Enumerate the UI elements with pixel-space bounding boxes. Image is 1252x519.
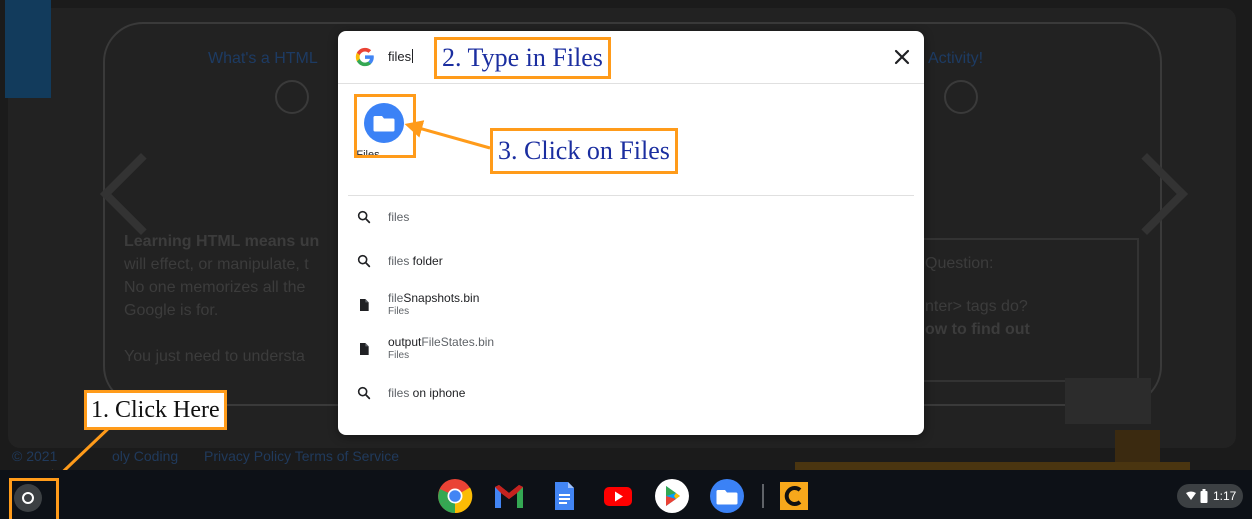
search-result-subtitle: Files	[388, 350, 410, 361]
search-result-rest: folder	[409, 254, 443, 268]
codesters-icon[interactable]	[776, 478, 812, 514]
search-result-title: fileSnapshots.bin	[388, 291, 479, 305]
annotation-step-2: 2. Type in Files	[434, 37, 611, 79]
background-text-line: No one memorizes all the	[124, 279, 306, 296]
search-result-match: files	[388, 386, 410, 400]
search-result-match: file	[388, 291, 404, 305]
google-g-icon	[355, 47, 374, 67]
chrome-icon[interactable]	[437, 478, 473, 514]
background-tab-right: Activity!	[928, 50, 984, 67]
search-input-value: files	[388, 49, 412, 64]
wifi-icon	[1186, 491, 1196, 500]
search-result-files-on-iphone[interactable]: files on iphone	[338, 373, 924, 413]
file-icon	[360, 343, 369, 355]
background-footer: © 2021 oly Coding Privacy Policy Terms o…	[0, 440, 1252, 470]
launcher-search-row: files	[338, 31, 924, 84]
search-result-title: files	[388, 210, 409, 224]
launcher-divider	[348, 195, 914, 196]
search-result-rest: files	[388, 210, 410, 224]
annotation-step-3: 3. Click on Files	[490, 128, 678, 174]
search-icon	[357, 210, 371, 224]
battery-icon	[1200, 489, 1208, 503]
search-result-match: files	[388, 254, 410, 268]
background-text-line: You just need to understa	[124, 348, 305, 365]
annotation-files-highlight	[354, 94, 416, 158]
file-icon	[360, 299, 369, 311]
youtube-icon[interactable]	[600, 478, 636, 514]
search-result-subtitle: Files	[388, 306, 410, 317]
search-result-rest: on iphone	[409, 386, 466, 400]
background-footer-copyright: © 2021	[12, 448, 58, 464]
background-question-line: ow to find out	[925, 321, 1030, 338]
play-store-icon[interactable]	[654, 478, 690, 514]
close-icon[interactable]	[890, 45, 914, 69]
background-question-text: Question: nter> tags do? ow to find out	[925, 252, 1135, 341]
search-result-filesnapshots[interactable]: fileSnapshots.bin Files	[338, 285, 924, 325]
background-step-circle	[275, 80, 309, 114]
background-question-line: nter> tags do?	[925, 298, 1028, 315]
background-tab-left: What's a HTML	[208, 50, 318, 67]
search-icon	[357, 254, 371, 268]
screen: What's a HTML Activity! Learning HTML me…	[0, 0, 1252, 519]
background-text-line: Learning HTML means un	[124, 233, 320, 250]
search-result-title: files on iphone	[388, 386, 465, 400]
clock-time: 1:17	[1213, 489, 1237, 503]
search-icon	[357, 386, 371, 400]
launcher-dialog: files Files files files folder fileSnaps…	[338, 31, 924, 435]
docs-icon[interactable]	[546, 478, 582, 514]
search-result-title: files folder	[388, 254, 443, 268]
background-text-line: Google is for.	[124, 302, 219, 319]
search-result-rest: output	[388, 335, 422, 349]
status-tray[interactable]: 1:17	[1177, 484, 1243, 508]
search-result-match: FileStates.bin	[421, 335, 495, 349]
background-sidebar-strip	[5, 0, 51, 98]
gmail-icon[interactable]	[491, 478, 527, 514]
annotation-step-1: 1. Click Here	[84, 390, 227, 430]
search-result-rest: Snapshots.bin	[403, 291, 480, 305]
annotation-launcher-highlight	[9, 478, 59, 519]
background-footer-links: Privacy Policy Terms of Service	[204, 448, 400, 464]
background-text-line: will effect, or manipulate, t	[124, 256, 309, 273]
search-result-files-folder[interactable]: files folder	[338, 241, 924, 281]
search-result-outputfilestates[interactable]: outputFileStates.bin Files	[338, 329, 924, 369]
background-step-circle	[944, 80, 978, 114]
text-caret	[412, 49, 414, 63]
files-icon[interactable]	[709, 478, 745, 514]
search-result-files[interactable]: files	[338, 197, 924, 237]
shelf: 1:17	[0, 470, 1252, 519]
background-button	[1065, 378, 1151, 424]
shelf-separator	[762, 484, 764, 508]
background-footer-brand: oly Coding	[112, 448, 179, 464]
launcher-search-input[interactable]: files	[388, 49, 414, 64]
background-question-line: Question:	[925, 255, 994, 272]
search-result-title: outputFileStates.bin	[388, 335, 494, 349]
